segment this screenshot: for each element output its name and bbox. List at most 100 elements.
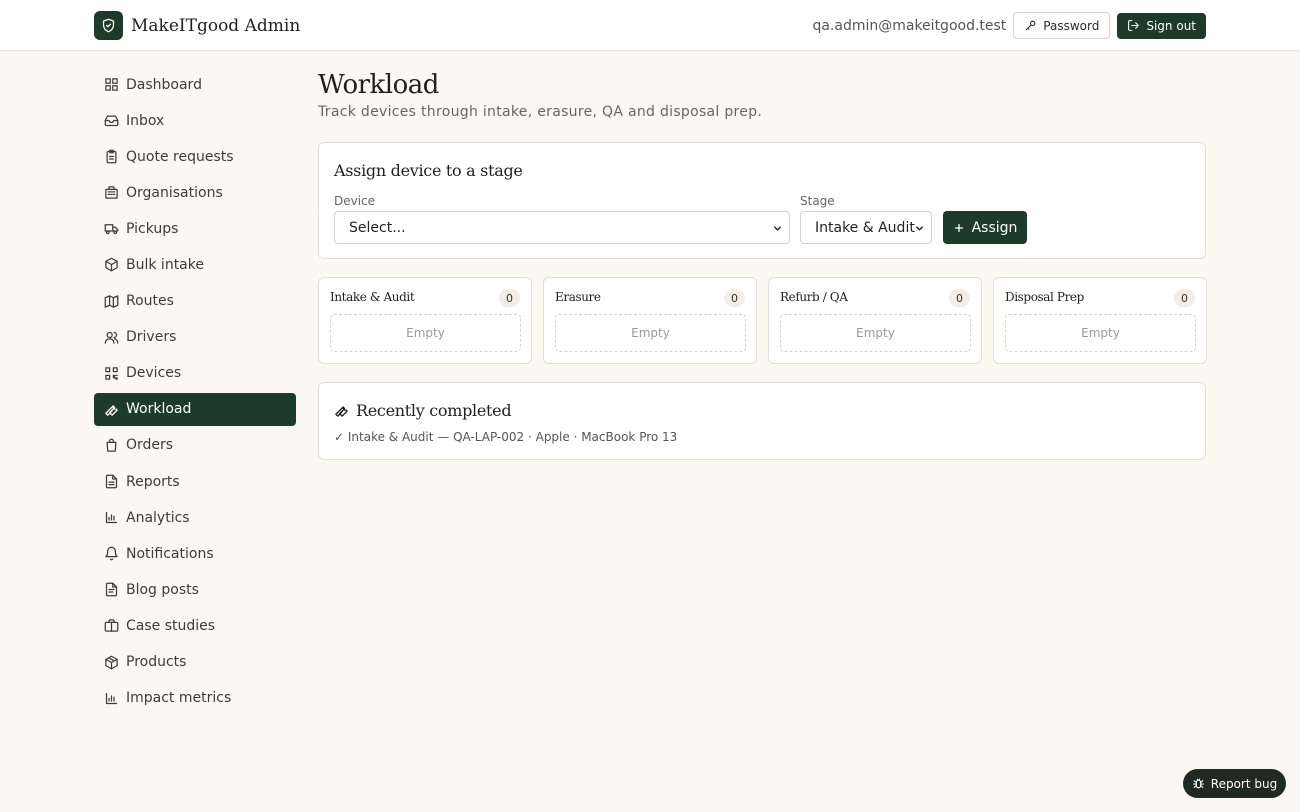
file-icon <box>105 582 118 597</box>
stage-count-badge: 0 <box>1174 289 1195 307</box>
sidebar-item-devices[interactable]: Devices <box>94 357 296 390</box>
stage-empty-text: Empty <box>1081 326 1120 340</box>
sidebar-item-orders[interactable]: Orders <box>94 429 296 462</box>
stage-count-badge: 0 <box>724 289 745 307</box>
stage-empty-text: Empty <box>856 326 895 340</box>
assign-card: Assign device to a stage Device Select..… <box>318 142 1206 259</box>
password-button[interactable]: Password <box>1013 12 1111 39</box>
sidebar-item-label: Drivers <box>126 329 177 346</box>
plus-icon <box>954 223 963 232</box>
dashboard-icon <box>105 78 118 91</box>
stage-dropzone[interactable]: Empty <box>780 314 971 352</box>
report-bug-label: Report bug <box>1210 776 1278 791</box>
brand-name: MakeITgood Admin <box>131 15 301 36</box>
bar-chart-icon <box>105 692 118 704</box>
stage-column: Intake & Audit 0 Empty <box>318 277 532 364</box>
stage-dropzone[interactable]: Empty <box>1005 314 1196 352</box>
sidebar-item-quote-requests[interactable]: Quote requests <box>94 140 296 173</box>
stage-select[interactable]: Intake & Audit <box>800 211 932 244</box>
sidebar-item-label: Impact metrics <box>126 690 232 707</box>
report-bug-button[interactable]: Report bug <box>1183 769 1286 798</box>
recently-completed-title: Recently completed <box>356 401 512 420</box>
sidebar-item-workload[interactable]: Workload <box>94 392 296 426</box>
assign-label: Assign <box>971 219 1018 236</box>
sidebar-item-label: Notifications <box>126 545 214 562</box>
sidebar-item-dashboard[interactable]: Dashboard <box>94 68 296 101</box>
sidebar-item-label: Pickups <box>126 220 179 237</box>
sidebar-item-pickups[interactable]: Pickups <box>94 212 296 245</box>
wrench-icon <box>105 405 118 416</box>
sign-out-button[interactable]: Sign out <box>1117 12 1206 39</box>
bar-chart-icon <box>105 512 118 524</box>
stage-empty-text: Empty <box>406 326 445 340</box>
recently-completed-card: Recently completed ✓ Intake & Audit — QA… <box>318 382 1206 460</box>
building-icon <box>105 186 118 200</box>
clipboard-icon <box>106 149 117 164</box>
sidebar-item-blog-posts[interactable]: Blog posts <box>94 573 296 606</box>
file-text-icon <box>105 474 118 489</box>
stage-select-value: Intake & Audit <box>815 219 915 236</box>
box-icon <box>105 655 118 669</box>
sidebar-item-label: Routes <box>126 293 174 310</box>
stage-column: Disposal Prep 0 Empty <box>993 277 1207 364</box>
users-icon <box>104 331 119 344</box>
sidebar-item-label: Bulk intake <box>126 256 204 273</box>
sidebar-item-bulk-intake[interactable]: Bulk intake <box>94 248 296 281</box>
sidebar-item-routes[interactable]: Routes <box>94 285 296 318</box>
recent-item: ✓ Intake & Audit — QA-LAP-002 · Apple · … <box>334 430 678 444</box>
stage-name: Erasure <box>555 290 601 304</box>
truck-icon <box>104 224 119 235</box>
sidebar-item-label: Analytics <box>126 509 190 526</box>
bug-icon <box>1192 778 1204 789</box>
chevron-down-icon <box>774 226 781 231</box>
sign-out-label: Sign out <box>1146 18 1196 33</box>
sidebar-item-label: Workload <box>126 401 192 418</box>
map-icon <box>104 294 119 308</box>
sidebar-item-label: Organisations <box>126 184 223 201</box>
stage-dropzone[interactable]: Empty <box>330 314 521 352</box>
sidebar-item-label: Case studies <box>126 617 216 634</box>
sidebar-item-impact-metrics[interactable]: Impact metrics <box>94 682 296 715</box>
stage-dropzone[interactable]: Empty <box>555 314 746 352</box>
sidebar-item-drivers[interactable]: Drivers <box>94 321 296 354</box>
sidebar-item-label: Blog posts <box>126 581 199 598</box>
key-icon <box>1025 20 1036 31</box>
sidebar-item-label: Devices <box>126 365 182 382</box>
sidebar-item-reports[interactable]: Reports <box>94 465 296 498</box>
briefcase-icon <box>104 619 119 633</box>
sidebar-item-products[interactable]: Products <box>94 646 296 679</box>
stage-name: Intake & Audit <box>330 290 415 304</box>
page-title: Workload <box>318 70 439 100</box>
stage-label: Stage <box>800 194 835 208</box>
page-subtitle: Track devices through intake, erasure, Q… <box>318 104 763 120</box>
sidebar-item-case-studies[interactable]: Case studies <box>94 609 296 642</box>
stage-name: Refurb / QA <box>780 290 848 304</box>
sidebar-item-analytics[interactable]: Analytics <box>94 501 296 534</box>
sidebar-item-label: Orders <box>126 437 174 454</box>
sidebar-item-label: Dashboard <box>126 76 202 93</box>
stage-empty-text: Empty <box>631 326 670 340</box>
chevron-down-icon <box>916 226 923 231</box>
sidebar-item-inbox[interactable]: Inbox <box>94 104 296 137</box>
bell-icon <box>105 546 118 561</box>
assign-button[interactable]: Assign <box>943 211 1027 244</box>
top-bar: MakeITgood Admin qa.admin@makeitgood.tes… <box>0 0 1300 51</box>
assign-card-title: Assign device to a stage <box>334 161 523 180</box>
device-select[interactable]: Select... <box>334 211 790 244</box>
sidebar-item-label: Products <box>126 654 187 670</box>
shield-logo-icon <box>94 11 123 40</box>
device-select-value: Select... <box>349 219 406 236</box>
stage-count-badge: 0 <box>499 289 520 307</box>
brand[interactable]: MakeITgood Admin <box>94 11 300 40</box>
sidebar-item-notifications[interactable]: Notifications <box>94 537 296 570</box>
user-email: qa.admin@makeitgood.test <box>812 17 1007 34</box>
device-label: Device <box>334 194 376 208</box>
sidebar-item-label: Inbox <box>126 112 165 129</box>
stage-name: Disposal Prep <box>1005 290 1084 304</box>
wrench-icon <box>335 406 348 417</box>
main-content: Workload Track devices through intake, e… <box>318 68 1207 460</box>
password-label: Password <box>1043 18 1100 33</box>
stage-column: Erasure 0 Empty <box>543 277 757 364</box>
qr-code-icon <box>105 367 118 380</box>
sidebar-item-organisations[interactable]: Organisations <box>94 176 296 209</box>
